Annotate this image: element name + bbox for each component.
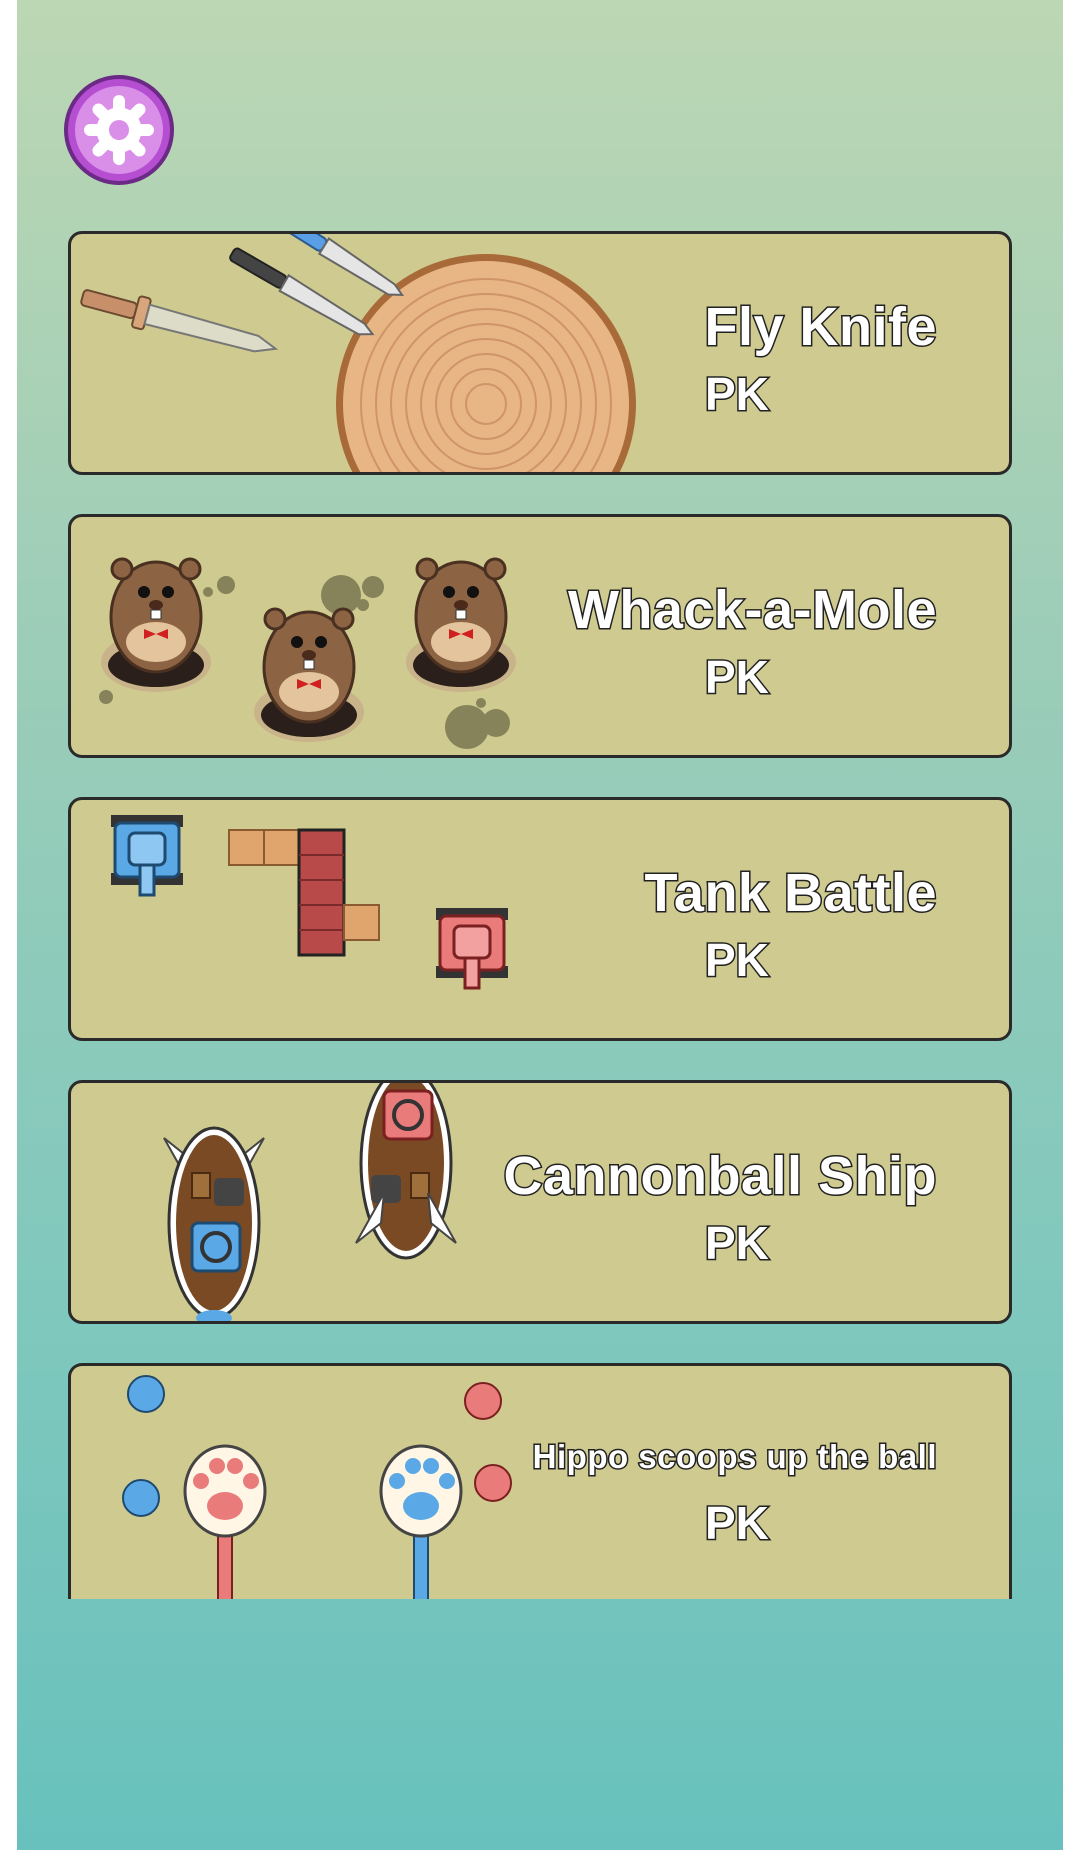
game-mode-label: PK xyxy=(704,1216,771,1271)
game-card-tank-battle[interactable]: Tank Battle PK xyxy=(68,797,1012,1041)
game-title: Fly Knife xyxy=(703,296,938,359)
paws-and-balls-image xyxy=(122,1375,512,1599)
game-title: Hippo scoops up the ball xyxy=(531,1437,938,1477)
game-menu-screen: Fly Knife PK Whack-a-Mole PK Tank Battle… xyxy=(17,0,1063,1850)
game-mode-label: PK xyxy=(704,933,771,988)
game-card-fly-knife[interactable]: Fly Knife PK xyxy=(68,231,1012,475)
game-title: Whack-a-Mole xyxy=(566,579,938,642)
game-card-cannonball-ship[interactable]: Cannonball Ship PK xyxy=(68,1080,1012,1324)
gear-icon xyxy=(75,86,163,174)
game-card-whack-a-mole[interactable]: Whack-a-Mole PK xyxy=(68,514,1012,758)
settings-button[interactable] xyxy=(64,75,174,185)
game-mode-label: PK xyxy=(704,650,771,705)
game-mode-label: PK xyxy=(704,367,771,422)
game-title: Tank Battle xyxy=(643,862,938,925)
game-card-hippo-scoops[interactable]: Hippo scoops up the ball PK xyxy=(68,1363,1012,1599)
game-title: Cannonball Ship xyxy=(502,1145,938,1208)
game-mode-label: PK xyxy=(704,1496,771,1551)
